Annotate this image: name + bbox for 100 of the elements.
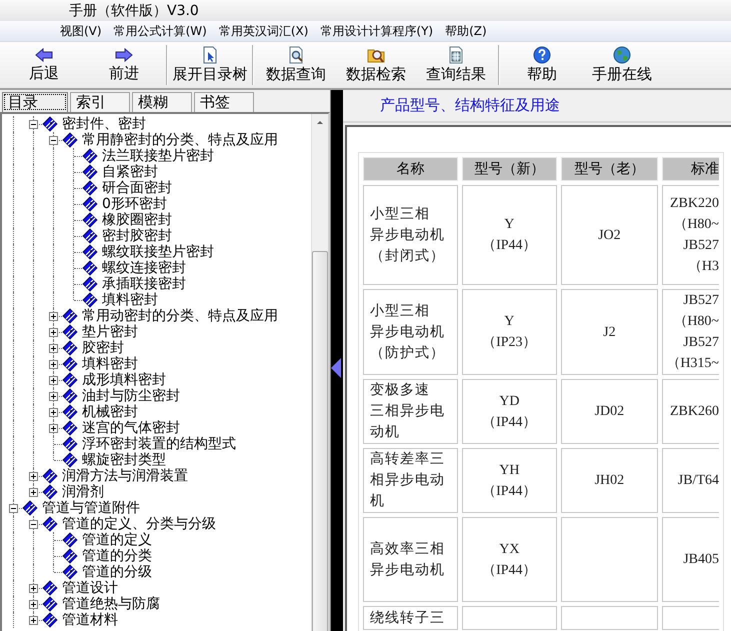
expand-toggle[interactable] bbox=[49, 392, 58, 401]
tree-item[interactable]: 研合面密封 bbox=[102, 180, 172, 196]
tree-item[interactable]: 油封与防尘密封 bbox=[82, 388, 180, 404]
tree-item[interactable]: 管道与管道附件 bbox=[42, 500, 140, 516]
tree-item[interactable]: 填料密封 bbox=[102, 292, 158, 308]
book-icon bbox=[62, 548, 78, 564]
tree-item[interactable]: 管道的分级 bbox=[82, 564, 152, 580]
book-icon bbox=[82, 180, 98, 196]
book-icon bbox=[82, 260, 98, 276]
table-cell: JB527 （H80~ JB527 （H315~ bbox=[662, 289, 719, 375]
expand-toggle[interactable] bbox=[29, 616, 38, 625]
toolbar-button[interactable]: 查询结果 bbox=[416, 42, 496, 88]
tree-item[interactable]: 螺纹联接垫片密封 bbox=[102, 244, 214, 260]
tree-item[interactable]: 润滑方法与润滑装置 bbox=[62, 468, 188, 484]
tree-item[interactable]: 管道的定义、分类与分级 bbox=[62, 516, 216, 532]
toolbar-button[interactable]: 帮助 bbox=[502, 42, 582, 88]
book-icon bbox=[42, 612, 58, 628]
expand-toggle[interactable] bbox=[29, 600, 38, 609]
expand-toggle[interactable] bbox=[49, 376, 58, 385]
tab[interactable]: 模糊 bbox=[132, 92, 192, 112]
table-cell: JH02 bbox=[561, 448, 658, 513]
tree-item[interactable]: 螺旋密封类型 bbox=[82, 452, 166, 468]
table-cell: JO2 bbox=[561, 185, 658, 285]
toolbar-button[interactable]: 展开目录树 bbox=[170, 42, 250, 88]
menu-item[interactable]: 常用设计计算程序(Y) bbox=[314, 20, 440, 42]
book-icon bbox=[82, 292, 98, 308]
tree-item[interactable]: 迷宫的气体密封 bbox=[82, 420, 180, 436]
tree-item[interactable]: 胶密封 bbox=[82, 340, 124, 356]
expand-toggle[interactable] bbox=[49, 312, 58, 321]
tree-item[interactable]: 机械密封 bbox=[82, 404, 138, 420]
collapse-toggle[interactable] bbox=[9, 504, 18, 513]
collapse-toggle[interactable] bbox=[29, 120, 38, 129]
expand-toggle[interactable] bbox=[49, 328, 58, 337]
tree-item[interactable]: 成形填料密封 bbox=[82, 372, 166, 388]
toolbar-button[interactable]: 前进 bbox=[84, 42, 164, 88]
tree-item[interactable]: 0形环密封 bbox=[102, 196, 167, 212]
book-icon bbox=[82, 212, 98, 228]
book-icon bbox=[82, 148, 98, 164]
expand-toggle[interactable] bbox=[49, 344, 58, 353]
toolbar-button[interactable]: 后退 bbox=[4, 42, 84, 88]
tree-item[interactable]: 密封件、密封 bbox=[62, 116, 146, 132]
tab[interactable]: 书签 bbox=[194, 92, 254, 112]
tree-item[interactable]: 自紧密封 bbox=[102, 164, 158, 180]
book-icon bbox=[62, 420, 78, 436]
menu-item[interactable]: 常用公式计算(W) bbox=[108, 20, 213, 42]
vertical-scrollbar[interactable] bbox=[311, 114, 328, 631]
tree-item[interactable]: 承插联接密封 bbox=[102, 276, 186, 292]
table-cell: YH （IP44） bbox=[462, 448, 558, 513]
book-icon bbox=[62, 564, 78, 580]
expand-toggle[interactable] bbox=[29, 584, 38, 593]
tab[interactable]: 索引 bbox=[70, 92, 130, 112]
collapse-toggle[interactable] bbox=[29, 520, 38, 529]
expand-toggle[interactable] bbox=[49, 424, 58, 433]
table-cell: 高转差率三 相异步电动 机 bbox=[363, 448, 458, 513]
help-icon bbox=[533, 46, 551, 64]
book-icon bbox=[82, 244, 98, 260]
tree-item[interactable]: 常用动密封的分类、特点及应用 bbox=[82, 308, 278, 324]
expand-toggle[interactable] bbox=[29, 472, 38, 481]
toolbar-button[interactable]: 数据查询 bbox=[256, 42, 336, 88]
table-cell: Y （IP44） bbox=[462, 185, 558, 285]
tree-item[interactable]: 填料密封 bbox=[82, 356, 138, 372]
table-cell: ZBK260 bbox=[662, 379, 719, 444]
toolbar-button[interactable]: 数据检索 bbox=[336, 42, 416, 88]
book-icon bbox=[62, 452, 78, 468]
table-cell: JB/T64 bbox=[662, 448, 719, 513]
menu-item[interactable]: 视图(V) bbox=[54, 20, 108, 42]
table-cell: Y （IP23） bbox=[462, 289, 558, 375]
tree-item[interactable]: 常用静密封的分类、特点及应用 bbox=[82, 132, 278, 148]
left-arrow-icon[interactable] bbox=[331, 356, 341, 380]
expand-toggle[interactable] bbox=[49, 360, 58, 369]
tree-item[interactable]: 垫片密封 bbox=[82, 324, 138, 340]
tree-item[interactable]: 浮环密封装置的结构型式 bbox=[82, 436, 236, 452]
book-icon bbox=[42, 516, 58, 532]
section-heading: 产品型号、结构特征及用途 bbox=[343, 90, 731, 123]
tree-item[interactable]: 密封胶密封 bbox=[102, 228, 172, 244]
tree-item[interactable]: 管道绝热与防腐 bbox=[62, 596, 160, 612]
table-cell: 绕线转子三 bbox=[363, 606, 458, 630]
menu-item[interactable]: 帮助(Z) bbox=[439, 20, 493, 42]
book-icon bbox=[42, 596, 58, 612]
toolbar-button[interactable]: 手册在线 bbox=[582, 42, 662, 88]
tree-item[interactable]: 法兰联接垫片密封 bbox=[102, 148, 214, 164]
tab[interactable]: 目录 bbox=[2, 92, 68, 112]
tree-item[interactable]: 管道的分类 bbox=[82, 548, 152, 564]
book-icon bbox=[82, 164, 98, 180]
tree-item[interactable]: 管道的定义 bbox=[82, 532, 152, 548]
table-cell: JD02 bbox=[561, 379, 658, 444]
tree-item[interactable]: 管道材料 bbox=[62, 612, 118, 628]
book-icon bbox=[82, 276, 98, 292]
table-cell: JB405 bbox=[662, 517, 719, 602]
book-icon bbox=[62, 388, 78, 404]
column-header: 型号（新） bbox=[462, 157, 558, 181]
tree-item[interactable]: 润滑剂 bbox=[62, 484, 104, 500]
expand-toggle[interactable] bbox=[29, 488, 38, 497]
collapse-toggle[interactable] bbox=[49, 136, 58, 145]
tree-item[interactable]: 橡胶圈密封 bbox=[102, 212, 172, 228]
tree-item[interactable]: 螺纹连接密封 bbox=[102, 260, 186, 276]
book-icon bbox=[62, 308, 78, 324]
tree-item[interactable]: 管道设计 bbox=[62, 580, 118, 596]
expand-toggle[interactable] bbox=[49, 408, 58, 417]
menu-item[interactable]: 常用英汉词汇(X) bbox=[212, 20, 314, 42]
